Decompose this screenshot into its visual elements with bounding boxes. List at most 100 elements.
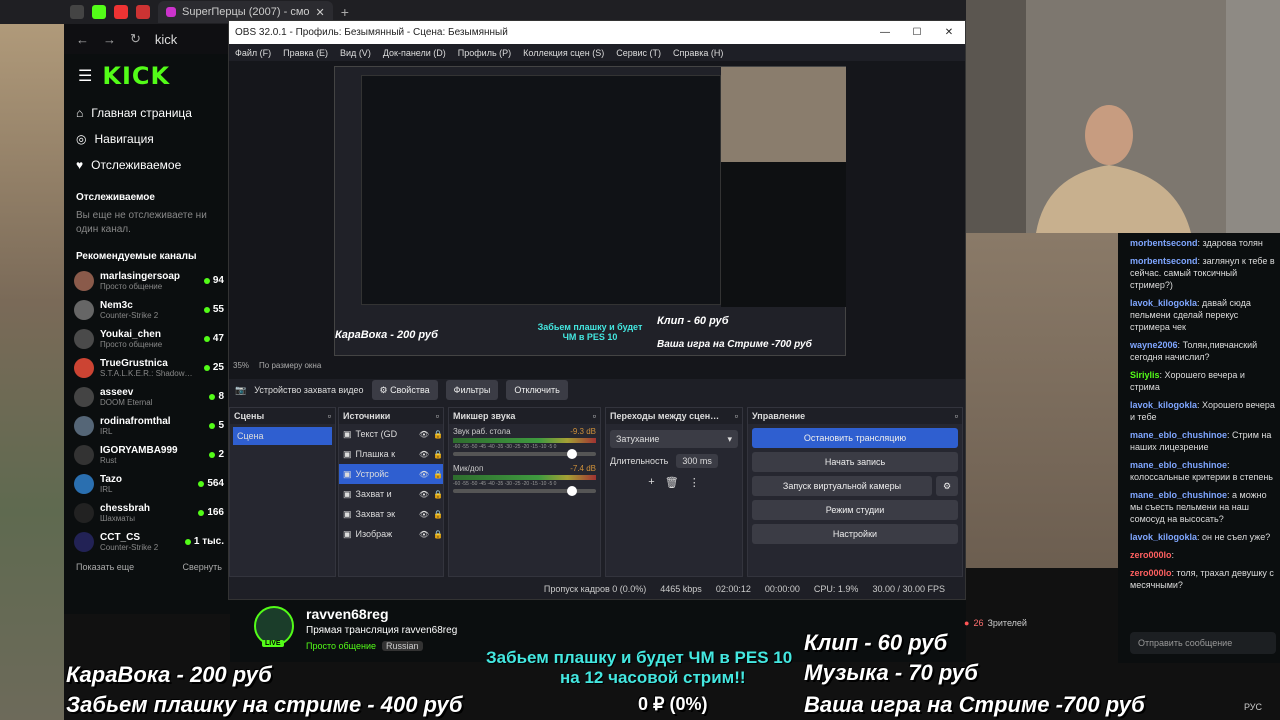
- chat-username[interactable]: wayne2006: [1130, 340, 1178, 350]
- channel-item[interactable]: CCT_CS Counter-Strike 2 1 тыс.: [64, 527, 230, 556]
- show-more-link[interactable]: Показать еще: [76, 562, 134, 572]
- address-bar[interactable]: kick: [155, 32, 177, 47]
- chat-username[interactable]: lavok_kilogokla: [1130, 400, 1197, 410]
- start-record-button[interactable]: Начать запись: [752, 452, 958, 472]
- source-item[interactable]: ▣ Захват эк 👁 🔒: [339, 504, 443, 524]
- source-label: Захват эк: [355, 509, 396, 519]
- dock-icon[interactable]: ▫: [436, 411, 439, 421]
- source-item[interactable]: ▣ Захват и 👁 🔒: [339, 484, 443, 504]
- gear-icon[interactable]: ⚙: [936, 476, 958, 496]
- language-tag[interactable]: Russian: [381, 641, 423, 651]
- chat-username[interactable]: morbentsecond: [1130, 256, 1198, 266]
- maximize-icon[interactable]: ☐: [901, 27, 933, 38]
- lock-icon[interactable]: 🔒: [433, 510, 443, 519]
- menu-item[interactable]: Сервис (T): [616, 48, 661, 58]
- eye-icon[interactable]: 👁: [419, 490, 429, 499]
- source-item[interactable]: ▣ Плашка к 👁 🔒: [339, 444, 443, 464]
- virtual-cam-button[interactable]: Запуск виртуальной камеры: [752, 476, 932, 496]
- dock-icon[interactable]: ▫: [735, 411, 738, 421]
- filters-button[interactable]: Фильтры: [445, 380, 499, 400]
- chat-input[interactable]: Отправить сообщение: [1130, 632, 1276, 654]
- eye-icon[interactable]: 👁: [419, 430, 429, 439]
- channel-item[interactable]: asseev DOOM Eternal 8: [64, 382, 230, 411]
- scene-item[interactable]: Сцена: [233, 427, 332, 445]
- minimize-icon[interactable]: —: [869, 27, 901, 38]
- add-icon[interactable]: +: [648, 476, 654, 489]
- trash-icon[interactable]: 🗑: [665, 476, 679, 489]
- channel-item[interactable]: Tazo IRL 564: [64, 469, 230, 498]
- stream-category[interactable]: Просто общение: [306, 641, 376, 651]
- new-tab-icon[interactable]: +: [341, 4, 349, 20]
- menu-item[interactable]: Профиль (P): [458, 48, 511, 58]
- lock-icon[interactable]: 🔒: [433, 530, 443, 539]
- volume-slider[interactable]: [453, 449, 596, 459]
- dock-icon[interactable]: ▫: [955, 411, 958, 421]
- chat-username[interactable]: lavok_kilogokla: [1130, 532, 1197, 542]
- nav-item-2[interactable]: ♥ Отслеживаемое: [64, 152, 230, 178]
- nav-item-1[interactable]: ◎ Навигация: [64, 126, 230, 152]
- lock-icon[interactable]: 🔒: [433, 490, 443, 499]
- channel-item[interactable]: chessbrah Шахматы 166: [64, 498, 230, 527]
- volume-slider[interactable]: [453, 486, 596, 496]
- zoom-level[interactable]: 35%: [233, 361, 249, 370]
- chat-username[interactable]: zero000lo: [1130, 550, 1172, 560]
- studio-mode-button[interactable]: Режим студии: [752, 500, 958, 520]
- menu-item[interactable]: Док-панели (D): [383, 48, 446, 58]
- collapse-link[interactable]: Свернуть: [183, 562, 222, 572]
- chat-username[interactable]: lavok_kilogokla: [1130, 298, 1197, 308]
- channel-item[interactable]: marlasingersoap Просто общение 94: [64, 266, 230, 295]
- more-icon[interactable]: ⋮: [689, 476, 700, 489]
- settings-button[interactable]: Настройки: [752, 524, 958, 544]
- tab-favicon[interactable]: [70, 5, 84, 19]
- menu-item[interactable]: Вид (V): [340, 48, 371, 58]
- chat-username[interactable]: morbentsecond: [1130, 238, 1198, 248]
- menu-item[interactable]: Файл (F): [235, 48, 271, 58]
- taskbar-lang[interactable]: РУС: [1244, 702, 1262, 712]
- menu-item[interactable]: Коллекция сцен (S): [523, 48, 604, 58]
- nav-item-0[interactable]: ⌂ Главная страница: [64, 100, 230, 126]
- deactivate-button[interactable]: Отключить: [506, 380, 568, 400]
- chat-username[interactable]: mane_eblo_chushinoe: [1130, 430, 1227, 440]
- reload-icon[interactable]: ↻: [130, 31, 141, 47]
- slider-knob[interactable]: [567, 486, 578, 496]
- back-icon[interactable]: ←: [76, 32, 89, 47]
- channel-item[interactable]: IGORYAMBA999 Rust 2: [64, 440, 230, 469]
- dock-icon[interactable]: ▫: [593, 411, 596, 421]
- stop-stream-button[interactable]: Остановить трансляцию: [752, 428, 958, 448]
- transition-select[interactable]: Затухание ▾: [610, 430, 738, 448]
- duration-input[interactable]: 300 ms: [676, 454, 718, 468]
- lock-icon[interactable]: 🔒: [433, 450, 443, 459]
- close-icon[interactable]: ✕: [933, 27, 965, 38]
- source-item[interactable]: ▣ Устройс 👁 🔒: [339, 464, 443, 484]
- kick-logo[interactable]: KICK: [102, 62, 170, 90]
- eye-icon[interactable]: 👁: [419, 510, 429, 519]
- youtube-favicon[interactable]: [114, 5, 128, 19]
- slider-knob[interactable]: [567, 449, 578, 459]
- lock-icon[interactable]: 🔒: [433, 430, 443, 439]
- chat-username[interactable]: Siriylis: [1130, 370, 1160, 380]
- chat-username[interactable]: mane_eblo_chushinoe: [1130, 460, 1227, 470]
- source-item[interactable]: ▣ Изображ 👁 🔒: [339, 524, 443, 544]
- tab-favicon[interactable]: [136, 5, 150, 19]
- lock-icon[interactable]: 🔒: [433, 470, 443, 479]
- eye-icon[interactable]: 👁: [419, 450, 429, 459]
- menu-item[interactable]: Правка (E): [283, 48, 328, 58]
- chat-username[interactable]: mane_eblo_chushinoe: [1130, 490, 1227, 500]
- channel-item[interactable]: rodinafromthal IRL 5: [64, 411, 230, 440]
- kick-favicon[interactable]: [92, 5, 106, 19]
- eye-icon[interactable]: 👁: [419, 530, 429, 539]
- channel-item[interactable]: TrueGrustnica S.T.A.L.K.E.R.: Shadow… 25: [64, 353, 230, 382]
- properties-button[interactable]: ⚙ Свойства: [371, 380, 438, 400]
- dock-icon[interactable]: ▫: [328, 411, 331, 421]
- zoom-mode[interactable]: По размеру окна: [259, 361, 321, 370]
- channel-item[interactable]: Youkai_chen Просто общение 47: [64, 324, 230, 353]
- menu-item[interactable]: Справка (H): [673, 48, 723, 58]
- streamer-name[interactable]: ravven68reg: [306, 606, 389, 622]
- source-item[interactable]: ▣ Текст (GD 👁 🔒: [339, 424, 443, 444]
- menu-icon[interactable]: ☰: [78, 66, 92, 86]
- channel-item[interactable]: Nem3c Counter-Strike 2 55: [64, 295, 230, 324]
- close-icon[interactable]: ✕: [316, 6, 325, 19]
- chat-username[interactable]: zero000lo: [1130, 568, 1172, 578]
- forward-icon[interactable]: →: [103, 32, 116, 47]
- eye-icon[interactable]: 👁: [419, 470, 429, 479]
